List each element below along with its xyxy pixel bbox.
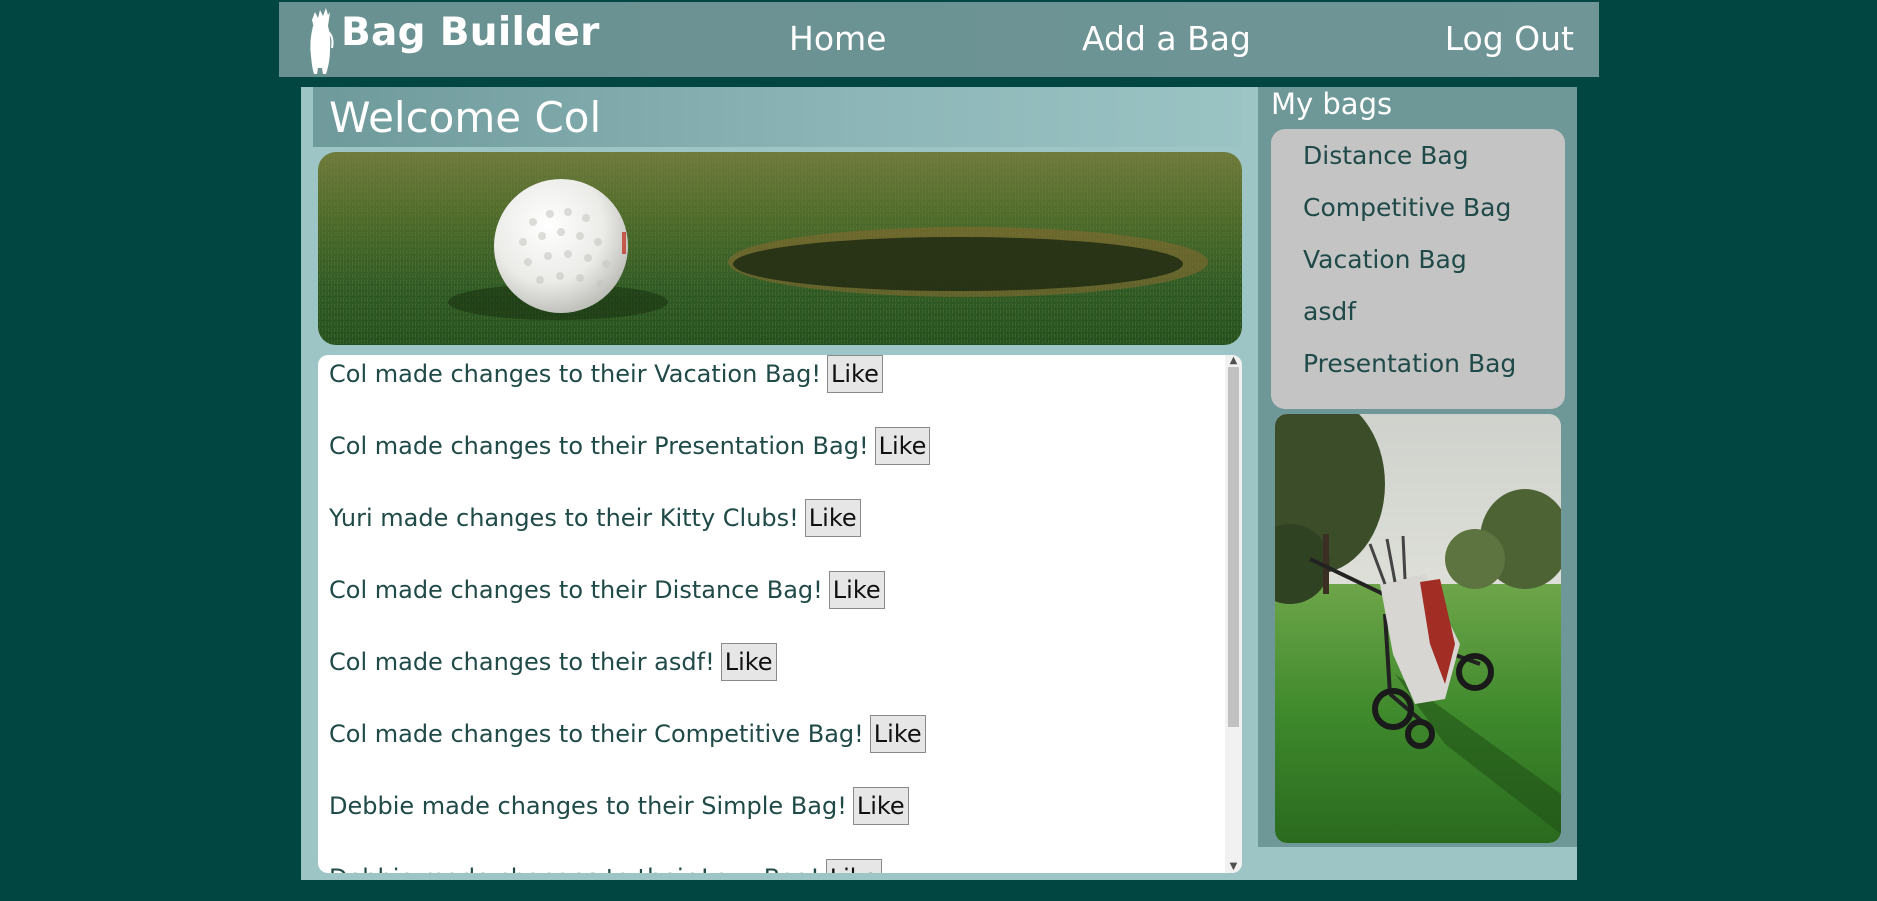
bag-list-item[interactable]: Competitive Bag	[1303, 193, 1511, 222]
bag-list-item[interactable]: Vacation Bag	[1303, 245, 1467, 274]
nav-home-link[interactable]: Home	[789, 19, 886, 58]
like-button[interactable]: Like	[826, 355, 883, 393]
feed-item-text: Debbie made changes to their Simple Bag!	[329, 792, 847, 820]
feed-item-text: Col made changes to their asdf!	[329, 648, 715, 676]
nav-log-out-link[interactable]: Log Out	[1445, 19, 1574, 58]
golf-bag-logo-icon	[310, 8, 334, 74]
like-button[interactable]: Like	[828, 571, 885, 609]
feed-item: Yuri made changes to their Kitty Clubs! …	[329, 499, 861, 537]
like-button[interactable]: Like	[804, 499, 861, 537]
scroll-up-arrow-icon[interactable]: ▲	[1225, 355, 1242, 367]
feed-item-text: Col made changes to their Presentation B…	[329, 432, 869, 460]
like-button[interactable]: Like	[852, 787, 909, 825]
nav-add-bag-link[interactable]: Add a Bag	[1082, 19, 1251, 58]
scroll-down-arrow-icon[interactable]: ▼	[1225, 861, 1242, 873]
bag-list: Distance Bag Competitive Bag Vacation Ba…	[1271, 129, 1565, 409]
feed-item: Col made changes to their Distance Bag! …	[329, 571, 885, 609]
top-header: Bag Builder Home Add a Bag Log Out	[279, 2, 1599, 77]
scroll-thumb[interactable]	[1228, 367, 1239, 727]
feed-item: Col made changes to their Presentation B…	[329, 427, 931, 465]
welcome-heading: Welcome Col	[313, 87, 1242, 147]
golf-cart-illustration	[1275, 414, 1561, 843]
feed-item-text: Yuri made changes to their Kitty Clubs!	[329, 504, 799, 532]
feed-item-text: Col made changes to their Competitive Ba…	[329, 720, 864, 748]
main-panel: Welcome Col Col made changes to their Va…	[301, 87, 1577, 880]
feed-item: Col made changes to their Vacation Bag! …	[329, 355, 883, 393]
golf-ball-illustration	[318, 152, 1242, 345]
bag-list-item[interactable]: Presentation Bag	[1303, 349, 1516, 378]
app-root: Bag Builder Home Add a Bag Log Out Welco…	[0, 0, 1877, 901]
feed-item: Debbie made changes to their Lazy Bag! L…	[329, 859, 882, 873]
feed-item: Col made changes to their Competitive Ba…	[329, 715, 926, 753]
feed-item-text: Debbie made changes to their Lazy Bag!	[329, 864, 820, 873]
feed-item: Debbie made changes to their Simple Bag!…	[329, 787, 909, 825]
sidebar-title: My bags	[1271, 87, 1393, 121]
activity-feed[interactable]: Col made changes to their Vacation Bag! …	[318, 355, 1242, 873]
bag-list-item[interactable]: Distance Bag	[1303, 141, 1469, 170]
golf-cart-photo	[1275, 414, 1561, 843]
app-title[interactable]: Bag Builder	[341, 10, 600, 55]
feed-scrollbar[interactable]: ▲ ▼	[1225, 355, 1242, 873]
feed-item-text: Col made changes to their Distance Bag!	[329, 576, 823, 604]
like-button[interactable]: Like	[874, 427, 931, 465]
like-button[interactable]: Like	[720, 643, 777, 681]
feed-item: Col made changes to their asdf! Like	[329, 643, 777, 681]
like-button[interactable]: Like	[825, 859, 882, 873]
feed-item-text: Col made changes to their Vacation Bag!	[329, 360, 821, 388]
golf-ball-hero-image	[318, 152, 1242, 345]
my-bags-sidebar: My bags Distance Bag Competitive Bag Vac…	[1258, 87, 1577, 847]
like-button[interactable]: Like	[869, 715, 926, 753]
bag-list-item[interactable]: asdf	[1303, 297, 1356, 326]
